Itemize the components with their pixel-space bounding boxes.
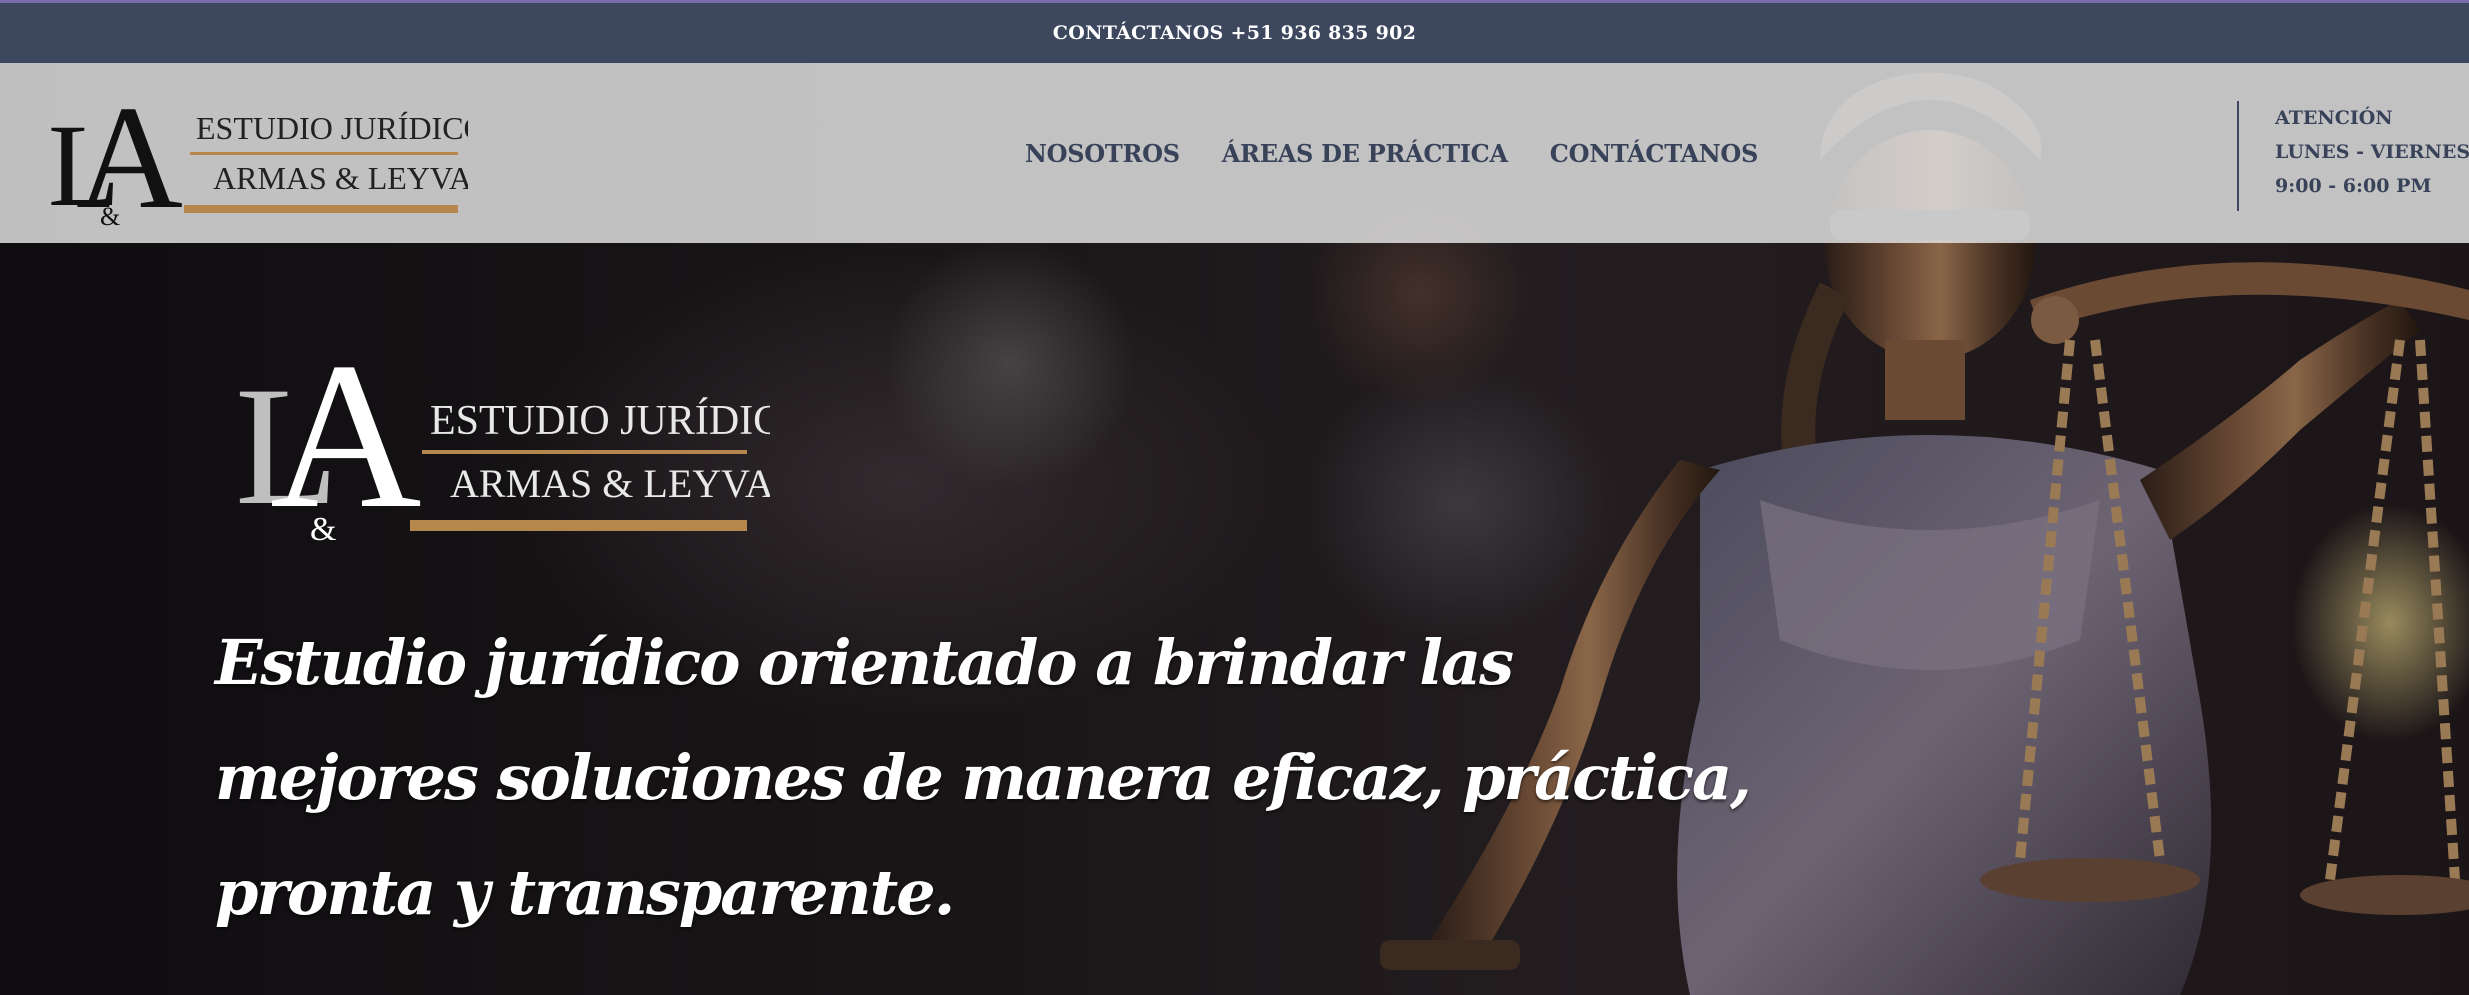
hours-title: ATENCIÓN [2275, 107, 2393, 129]
monogram-a: A [76, 77, 183, 227]
brand-line2: ARMAS & LEYVA [213, 160, 468, 196]
brand-logo[interactable]: L A & ESTUDIO JURÍDICO ARMAS & LEYVA [48, 77, 468, 227]
office-hours: ATENCIÓN LUNES - VIERNES 9:00 - 6:00 PM [2237, 101, 2469, 211]
hours-days: LUNES - VIERNES [2275, 141, 2469, 163]
hero-brand-line1: ESTUDIO JURÍDICO [430, 397, 770, 444]
hero-monogram-ampersand: & [310, 511, 336, 548]
contact-phone-link[interactable]: CONTÁCTANOS +51 936 835 902 [1053, 22, 1416, 44]
nav-item-contactanos[interactable]: CONTÁCTANOS [1550, 139, 1759, 168]
nav-item-areas[interactable]: ÁREAS DE PRÁCTICA [1222, 139, 1508, 168]
hours-time: 9:00 - 6:00 PM [2275, 175, 2432, 197]
hero-tagline: Estudio jurídico orientado a brindar las… [215, 605, 1752, 950]
main-nav: NOSOTROS ÁREAS DE PRÁCTICA CONTÁCTANOS [1025, 63, 1800, 243]
nav-item-nosotros[interactable]: NOSOTROS [1025, 139, 1180, 168]
brand-underline [184, 205, 458, 213]
site-header: L A & ESTUDIO JURÍDICO ARMAS & LEYVA NOS… [0, 63, 2469, 243]
hero-brand-divider [422, 450, 747, 454]
brand-line1: ESTUDIO JURÍDICO [196, 110, 468, 146]
hero-brand-logo: L A & ESTUDIO JURÍDICO ARMAS & LEYVA [235, 320, 770, 552]
brand-divider [190, 152, 458, 155]
tagline-line-3: pronta y transparente. [215, 856, 955, 929]
top-contact-bar: CONTÁCTANOS +51 936 835 902 [0, 0, 2469, 63]
tagline-line-2: mejores soluciones de manera eficaz, prá… [215, 741, 1752, 814]
hero-brand-line2: ARMAS & LEYVA [450, 461, 770, 506]
hero-monogram-a: A [270, 320, 422, 552]
monogram-ampersand: & [100, 202, 120, 227]
tagline-line-1: Estudio jurídico orientado a brindar las [215, 626, 1514, 699]
hero-brand-underline [410, 520, 747, 531]
